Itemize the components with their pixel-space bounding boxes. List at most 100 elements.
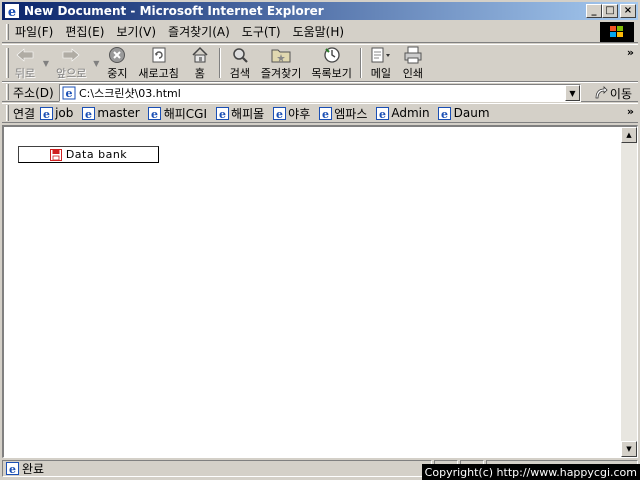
link-label: master [97,106,140,120]
back-button[interactable]: 뒤로 [9,45,41,81]
link-label: job [55,106,74,120]
link-job[interactable]: e job [39,106,73,120]
ie-link-icon: e [81,106,95,120]
forward-button[interactable]: 앞으로 [51,45,91,81]
svg-text:e: e [85,108,92,120]
print-label: 인쇄 [402,67,423,80]
title-bar[interactable]: e New Document - Microsoft Internet Expl… [2,2,638,20]
menu-file[interactable]: 파일(F) [9,23,59,40]
menu-edit[interactable]: 편집(E) [59,23,110,40]
databank-icon [49,148,62,161]
forward-arrow-icon [60,45,82,64]
link-label: 해피몰 [231,106,265,121]
close-icon: × [623,5,633,16]
stop-button[interactable]: 중지 [101,45,133,81]
favorites-button[interactable]: 즐겨찾기 [256,45,306,81]
close-button[interactable]: × [620,4,636,18]
svg-text:e: e [151,108,158,120]
svg-text:e: e [66,87,73,100]
svg-text:e: e [9,463,16,475]
refresh-icon [148,45,170,64]
scroll-up-icon[interactable]: ▲ [621,127,637,143]
scroll-down-icon[interactable]: ▼ [621,441,637,457]
refresh-label: 새로고침 [138,67,179,80]
minimize-icon: _ [591,5,597,16]
go-button[interactable]: 이동 [594,84,632,102]
search-label: 검색 [229,67,250,80]
favorites-folder-icon [270,45,292,64]
toolbar-separator [218,48,221,78]
menu-favorites[interactable]: 즐겨찾기(A) [162,23,236,40]
link-admin[interactable]: e Admin [375,106,430,120]
links-more-chevron-icon[interactable]: » [627,105,634,118]
mail-label: 메일 [370,67,391,80]
svg-text:e: e [219,108,226,120]
menu-tools[interactable]: 도구(T) [236,23,287,40]
link-label: Daum [453,106,490,120]
forward-dropdown-icon[interactable]: ▼ [91,59,101,68]
go-label: 이동 [609,86,632,101]
databank-label: Data bank [65,148,128,161]
back-label: 뒤로 [14,67,36,80]
windows-logo-icon [600,22,634,42]
window-controls: _ □ × [586,4,636,18]
databank-link[interactable]: Data bank [18,146,159,163]
maximize-icon: □ [605,5,615,16]
ie-link-icon: e [438,106,452,120]
menu-help[interactable]: 도움말(H) [287,23,351,40]
ie-link-icon: e [375,106,389,120]
home-icon [189,45,211,64]
history-button[interactable]: 목록보기 [306,45,356,81]
home-label: 홈 [194,67,205,80]
search-button[interactable]: 검색 [224,45,256,81]
history-label: 목록보기 [311,67,352,80]
history-icon [321,45,343,64]
link-empas[interactable]: e 엠파스 [318,105,367,122]
address-field[interactable]: e ▼ [59,84,581,102]
print-button[interactable]: 인쇄 [397,45,429,81]
favorites-label: 즐겨찾기 [260,67,302,80]
link-daum[interactable]: e Daum [438,106,490,120]
toolbar-separator [359,48,362,78]
search-icon [229,45,251,64]
links-grip[interactable] [6,105,9,121]
address-input[interactable] [77,86,557,100]
page-viewport: Data bank ▲ ▼ [2,125,638,458]
toolbar-more-chevron-icon[interactable]: » [627,46,634,59]
address-grip[interactable] [6,84,9,100]
address-dropdown-icon[interactable]: ▼ [565,85,580,101]
links-label: 연결 [13,106,36,121]
mail-icon [370,45,392,64]
menu-view[interactable]: 보기(V) [110,23,162,40]
ie-link-icon: e [148,106,162,120]
ie-window: e New Document - Microsoft Internet Expl… [0,0,640,480]
link-happymall[interactable]: e 해피몰 [215,105,264,122]
maximize-button[interactable]: □ [602,4,618,18]
ie-status-icon: e [5,462,19,476]
forward-label: 앞으로 [56,67,87,80]
link-yahoo[interactable]: e 야후 [272,105,310,122]
address-label: 주소(D) [13,85,54,100]
address-bar: 주소(D) e ▼ 이동 [2,82,638,102]
refresh-button[interactable]: 새로고침 [133,45,183,81]
ie-link-icon: e [215,106,229,120]
link-label: Admin [391,106,430,120]
vertical-scrollbar[interactable]: ▲ ▼ [621,127,637,457]
printer-icon [402,45,424,64]
minimize-button[interactable]: _ [586,4,602,18]
ie-link-icon: e [272,106,286,120]
standard-toolbar: 뒤로 ▼ 앞으로 ▼ 중지 새로고침 홈 검색 즐겨찾기 목록보기 메일 인쇄 … [2,44,638,82]
link-master[interactable]: e master [81,106,140,120]
ie-link-icon: e [39,106,53,120]
home-button[interactable]: 홈 [184,45,216,81]
links-bar: 연결 e job e master e 해피CGI e 해피몰 e 야후 e 엠파스 e Ad… [2,103,638,123]
link-happycgi[interactable]: e 해피CGI [148,105,207,122]
back-dropdown-icon[interactable]: ▼ [41,59,51,68]
svg-text:e: e [276,108,283,120]
svg-text:e: e [43,108,50,120]
mail-button[interactable]: 메일 [365,45,397,81]
copyright-banner: Copyright(c) http://www.happycgi.com [421,464,640,480]
svg-text:e: e [8,5,16,18]
ie-link-icon: e [318,106,332,120]
svg-text:e: e [379,108,386,120]
